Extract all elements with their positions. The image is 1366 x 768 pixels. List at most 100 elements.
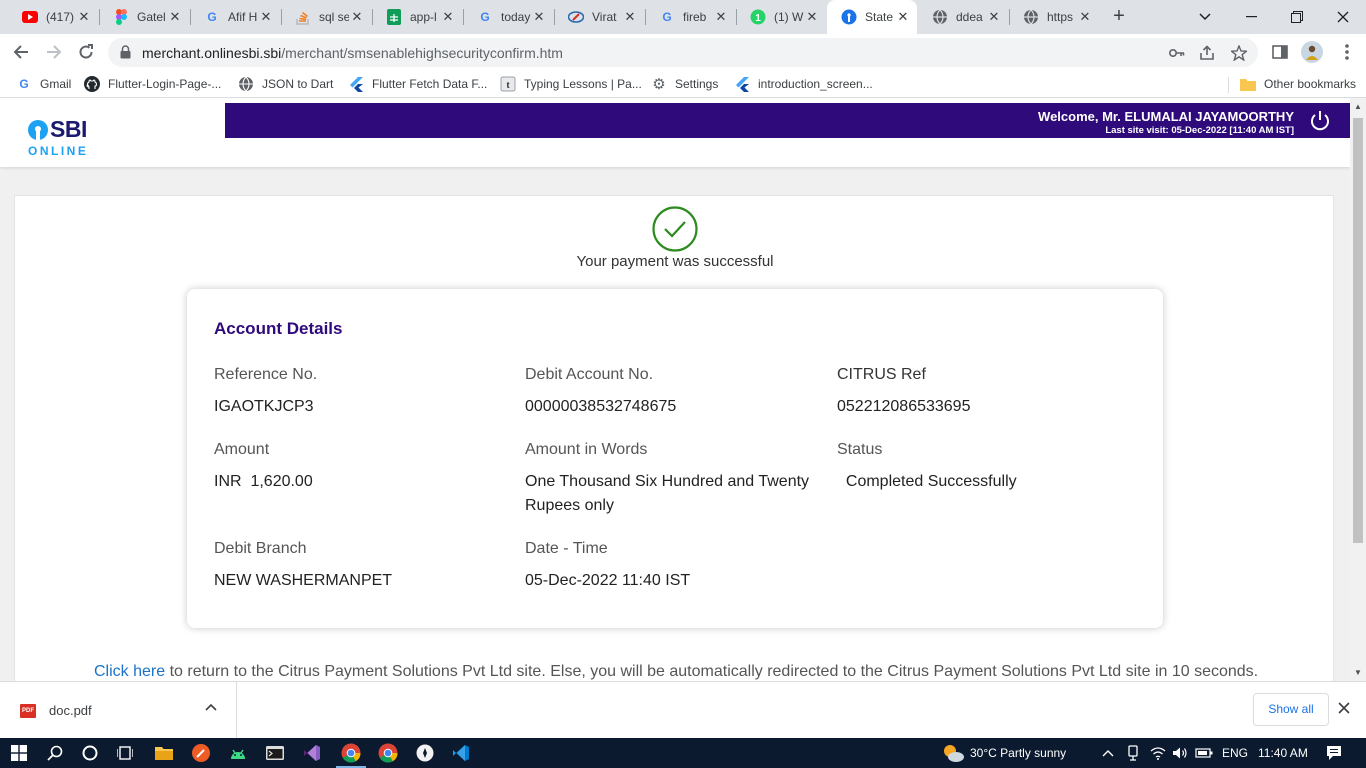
- field-value: INR 1,620.00: [214, 473, 313, 490]
- chevron-up-tray-icon[interactable]: [1097, 742, 1119, 764]
- profile-avatar[interactable]: [1301, 41, 1323, 63]
- field-amount: Amount INR 1,620.00: [214, 441, 514, 494]
- postman-icon[interactable]: [190, 742, 212, 764]
- close-icon[interactable]: [1338, 701, 1350, 717]
- chrome-icon-active[interactable]: [336, 742, 366, 768]
- close-icon[interactable]: ✕: [349, 9, 365, 25]
- bookmark-typing-lessons[interactable]: t Typing Lessons | Pa...: [500, 76, 642, 92]
- close-icon[interactable]: ✕: [531, 9, 547, 25]
- typing-icon: t: [500, 76, 516, 92]
- close-icon[interactable]: ✕: [1077, 9, 1093, 25]
- share-icon[interactable]: [1198, 44, 1216, 62]
- close-icon[interactable]: ✕: [258, 9, 274, 25]
- other-bookmarks[interactable]: Other bookmarks: [1240, 76, 1356, 92]
- vscode-icon[interactable]: [450, 742, 472, 764]
- meet-now-icon[interactable]: [1122, 742, 1144, 764]
- page-scrollbar[interactable]: ▲ ▼: [1350, 98, 1366, 681]
- new-tab-button[interactable]: +: [1108, 5, 1130, 27]
- chevron-up-icon[interactable]: [205, 702, 217, 714]
- close-icon[interactable]: ✕: [713, 9, 729, 25]
- github-icon: [84, 76, 100, 92]
- tab-youtube[interactable]: (417) ✕: [8, 0, 98, 34]
- tab-title: fireb: [683, 10, 707, 24]
- close-icon[interactable]: ✕: [440, 9, 456, 25]
- volume-icon[interactable]: [1169, 742, 1191, 764]
- tab-title: (1) W: [774, 10, 804, 24]
- tab-google[interactable]: G Afif H ✕: [190, 0, 280, 34]
- close-icon[interactable]: ✕: [986, 9, 1002, 25]
- field-status: Status Completed Successfully: [837, 441, 1137, 494]
- tab-stackoverflow[interactable]: sql se ✕: [281, 0, 371, 34]
- side-panel-icon[interactable]: [1270, 42, 1290, 62]
- close-icon[interactable]: ✕: [167, 9, 183, 25]
- close-icon[interactable]: ✕: [804, 9, 820, 25]
- tab-ddea[interactable]: ddea ✕: [918, 0, 1008, 34]
- whatsapp-icon: 1: [750, 9, 766, 25]
- download-item[interactable]: PDF doc.pdf: [0, 682, 237, 739]
- click-here-link[interactable]: Click here: [94, 663, 165, 680]
- file-explorer-icon[interactable]: [153, 742, 175, 764]
- field-label: Amount: [214, 441, 270, 458]
- terminal-icon[interactable]: [264, 742, 286, 764]
- field-label: Status: [837, 441, 883, 458]
- task-view-icon[interactable]: [114, 742, 136, 764]
- partly-sunny-icon[interactable]: [940, 742, 966, 764]
- close-icon[interactable]: ✕: [622, 9, 638, 25]
- tab-whatsapp[interactable]: 1 (1) W ✕: [736, 0, 826, 34]
- address-bar[interactable]: merchant.onlinesbi.sbi/merchant/smsenabl…: [108, 38, 1258, 67]
- reload-button[interactable]: [72, 38, 100, 66]
- globe-icon: [1023, 9, 1039, 25]
- notifications-icon[interactable]: [1323, 742, 1345, 764]
- language-indicator[interactable]: ENG: [1222, 746, 1248, 760]
- close-icon[interactable]: ✕: [76, 9, 92, 25]
- scroll-down-arrow-icon[interactable]: ▼: [1354, 668, 1362, 677]
- windows-start-icon[interactable]: [8, 742, 30, 764]
- windows-taskbar: 30°C Partly sunny ENG 11:40 AM: [0, 738, 1366, 768]
- star-icon[interactable]: [1230, 44, 1248, 62]
- bookmark-gmail[interactable]: G Gmail: [16, 76, 71, 92]
- flutter-icon: [734, 76, 750, 92]
- tab-google-search[interactable]: G today ✕: [463, 0, 553, 34]
- tab-https[interactable]: https ✕: [1009, 0, 1099, 34]
- close-window-button[interactable]: [1320, 0, 1366, 34]
- tab-sheets[interactable]: app-l ✕: [372, 0, 462, 34]
- tab-search-chevron-icon[interactable]: [1182, 0, 1228, 34]
- bookmark-json-to-dart[interactable]: JSON to Dart: [238, 76, 333, 92]
- logout-power-icon[interactable]: [1308, 109, 1332, 133]
- tab-state-bank-active[interactable]: State ✕: [827, 0, 917, 34]
- success-check-icon: [652, 206, 698, 252]
- bookmark-introduction-screen[interactable]: introduction_screen...: [734, 76, 873, 92]
- restore-button[interactable]: [1274, 0, 1320, 34]
- forward-button[interactable]: [40, 38, 68, 66]
- show-all-button[interactable]: Show all: [1253, 693, 1329, 726]
- edge-dev-icon[interactable]: [414, 742, 436, 764]
- cortana-icon[interactable]: [79, 742, 101, 764]
- scroll-up-arrow-icon[interactable]: ▲: [1354, 102, 1362, 111]
- search-icon[interactable]: [44, 742, 66, 764]
- close-icon[interactable]: ✕: [895, 9, 911, 25]
- clock-time[interactable]: 11:40 AM: [1258, 746, 1308, 760]
- scrollbar-thumb[interactable]: [1353, 118, 1363, 543]
- field-label: Debit Branch: [214, 540, 307, 557]
- sbi-logo-mark: SBI: [28, 116, 98, 143]
- back-button[interactable]: [7, 38, 35, 66]
- bookmark-flutter-login[interactable]: Flutter-Login-Page-...: [84, 76, 221, 92]
- bookmark-settings[interactable]: ⚙ Settings: [651, 76, 718, 93]
- battery-icon[interactable]: [1193, 742, 1215, 764]
- tab-cricbuzz[interactable]: Virat ✕: [554, 0, 644, 34]
- wifi-icon[interactable]: [1147, 742, 1169, 764]
- lock-icon[interactable]: [120, 45, 131, 64]
- android-studio-icon[interactable]: [227, 742, 249, 764]
- sbi-online-logo[interactable]: SBI ONLINE: [28, 116, 98, 158]
- bookmark-flutter-fetch[interactable]: Flutter Fetch Data F...: [348, 76, 487, 92]
- kebab-menu-icon[interactable]: [1337, 42, 1357, 62]
- chrome-icon[interactable]: [376, 742, 400, 764]
- tab-firebase[interactable]: G fireb ✕: [645, 0, 735, 34]
- field-value: NEW WASHERMANPET: [214, 572, 393, 589]
- tab-figma[interactable]: Gatel ✕: [99, 0, 189, 34]
- minimize-button[interactable]: [1228, 0, 1274, 34]
- visual-studio-icon[interactable]: [301, 742, 323, 764]
- browser-toolbar: merchant.onlinesbi.sbi/merchant/smsenabl…: [0, 34, 1366, 71]
- weather-text[interactable]: 30°C Partly sunny: [970, 746, 1066, 760]
- key-icon[interactable]: [1168, 44, 1186, 62]
